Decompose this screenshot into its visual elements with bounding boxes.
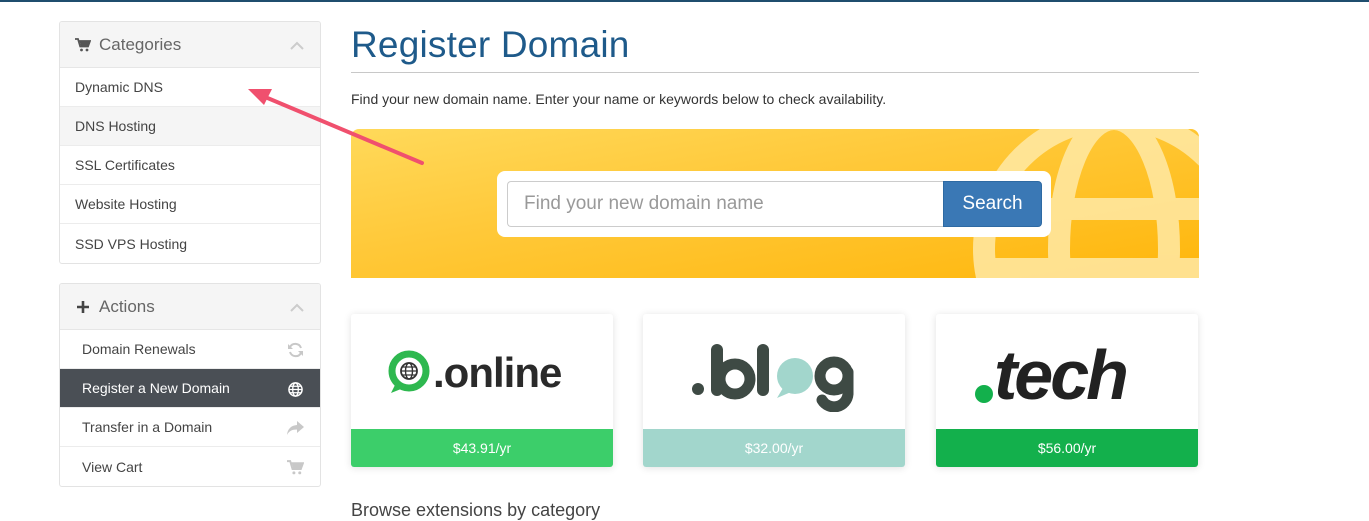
intro-text: Find your new domain name. Enter your na… [351, 91, 887, 107]
categories-header[interactable]: Categories [60, 22, 320, 68]
action-label: Register a New Domain [82, 380, 230, 396]
action-label: View Cart [82, 458, 143, 475]
sidebar-item-label: SSD VPS Hosting [75, 235, 188, 252]
action-register-new-domain[interactable]: Register a New Domain [60, 369, 320, 408]
sidebar-item-label: DNS Hosting [75, 118, 156, 134]
action-view-cart[interactable]: View Cart [60, 447, 320, 486]
refresh-icon [286, 341, 304, 359]
online-logo: .online [351, 314, 613, 429]
actions-header[interactable]: Actions [60, 284, 320, 330]
sidebar-item-label: Website Hosting [75, 196, 177, 212]
promo-card-blog[interactable]: $32.00/yr [643, 314, 905, 467]
action-label: Transfer in a Domain [82, 419, 213, 435]
plus-icon [74, 299, 92, 315]
chevron-up-icon[interactable] [290, 300, 304, 312]
sidebar-item-dns-hosting[interactable]: DNS Hosting [60, 107, 320, 146]
action-label: Domain Renewals [82, 341, 196, 357]
search-box: Find your new domain name Search [497, 171, 1051, 237]
sidebar-item-label: SSL Certificates [75, 157, 175, 173]
tech-logo: tech [936, 314, 1198, 429]
search-button[interactable]: Search [943, 181, 1042, 227]
actions-panel: Actions Domain Renewals Register a New D… [59, 283, 321, 487]
sidebar-item-website-hosting[interactable]: Website Hosting [60, 185, 320, 224]
price-blog: $32.00/yr [643, 429, 905, 467]
blog-logo [643, 314, 905, 429]
price-online: $43.91/yr [351, 429, 613, 467]
actions-title: Actions [99, 296, 155, 316]
cart-icon [74, 37, 92, 53]
sidebar-item-label: Dynamic DNS [75, 79, 163, 95]
price-tech: $56.00/yr [936, 429, 1198, 467]
promo-card-tech[interactable]: tech $56.00/yr [936, 314, 1198, 467]
chevron-up-icon[interactable] [290, 38, 304, 50]
share-arrow-icon [286, 419, 304, 437]
sidebar-item-ssl-certificates[interactable]: SSL Certificates [60, 146, 320, 185]
domain-search-banner: Find your new domain name Search [351, 129, 1199, 278]
title-divider [351, 72, 1199, 73]
svg-text:.online: .online [433, 349, 561, 396]
search-placeholder: Find your new domain name [524, 193, 764, 214]
sidebar-item-dynamic-dns[interactable]: Dynamic DNS [60, 68, 320, 107]
promo-card-online[interactable]: .online $43.91/yr [351, 314, 613, 467]
page-title: Register Domain [351, 24, 630, 65]
categories-title: Categories [99, 34, 182, 54]
action-transfer-domain[interactable]: Transfer in a Domain [60, 408, 320, 447]
sidebar-item-ssd-vps-hosting[interactable]: SSD VPS Hosting [60, 224, 320, 263]
svg-text:tech: tech [994, 337, 1126, 407]
domain-search-input[interactable]: Find your new domain name [507, 181, 943, 227]
action-domain-renewals[interactable]: Domain Renewals [60, 330, 320, 369]
top-border [0, 0, 1369, 2]
cart-icon [286, 458, 304, 476]
globe-icon [286, 380, 304, 398]
categories-panel: Categories Dynamic DNS DNS Hosting SSL C… [59, 21, 321, 264]
